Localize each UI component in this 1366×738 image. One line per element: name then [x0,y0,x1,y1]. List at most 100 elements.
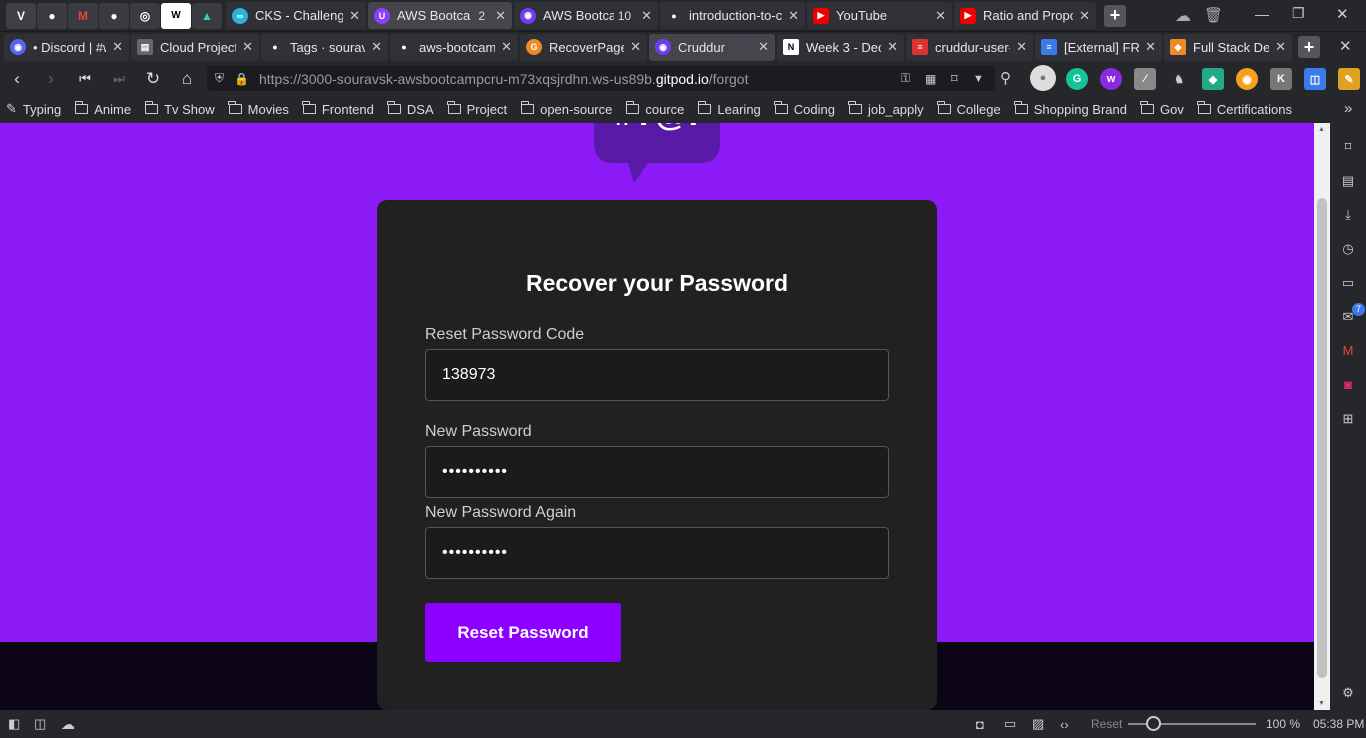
bookmark-typing[interactable]: ✎ Typing [6,101,61,117]
bookmarks-overflow-icon[interactable]: » [1344,100,1352,117]
close-icon[interactable]: ✕ [935,8,946,24]
close-icon[interactable]: ✕ [1145,39,1156,55]
settings-icon[interactable]: ⚙ [1340,685,1356,701]
tiling-icon[interactable]: ▭ [1004,716,1016,732]
profile-avatar[interactable]: ● [1030,65,1056,91]
gmail-panel-icon[interactable]: M [1340,343,1356,359]
bookmark-folder-cource[interactable]: cource [625,101,684,117]
tab-aws-bootcamp-2[interactable]: ◉ AWS Bootca 10 ✕ [514,2,658,29]
puzzle-extension-icon[interactable]: ✎ [1338,68,1360,90]
qr-code-icon[interactable]: ▦ [925,72,936,86]
home-icon[interactable]: ⌂ [170,69,204,89]
tab-introduction[interactable]: ● introduction-to-c ✕ [660,2,805,29]
tab-cruddur-user[interactable]: ≡ cruddur-user- ✕ [906,33,1033,61]
tab-recoverpage[interactable]: G RecoverPage.j ✕ [520,33,647,61]
rewind-icon[interactable]: ⏮ [68,71,102,87]
close-icon[interactable]: ✕ [371,39,382,55]
tab-cloud-project[interactable]: ▤ Cloud Project ✕ [131,33,259,61]
restore-icon[interactable]: ❐ [1292,5,1305,22]
bookmark-folder-college[interactable]: College [937,101,1001,117]
tab-cruddur[interactable]: ◉ Cruddur ✕ [649,33,775,61]
tile-icon[interactable]: ◫ [34,716,46,732]
bookmark-folder-dsa[interactable]: DSA [387,101,434,117]
close-icon[interactable]: ✕ [887,39,898,55]
bookmark-folder-movies[interactable]: Movies [228,101,289,117]
images-icon[interactable]: ▨ [1032,716,1044,732]
close-icon[interactable]: ✕ [758,39,769,55]
close-icon[interactable]: ✕ [495,8,506,24]
close-icon[interactable]: ✕ [1016,39,1027,55]
reload-icon[interactable]: ↻ [136,69,170,89]
tab-stack-close-icon[interactable]: ✕ [1339,37,1352,55]
downloads-icon[interactable]: ⤓ [1340,207,1356,223]
zoom-reset-button[interactable]: Reset [1091,717,1122,731]
minimize-icon[interactable]: — [1255,6,1269,22]
zoom-slider-handle[interactable] [1146,716,1161,731]
bookmark-folder-open-source[interactable]: open-source [520,101,612,117]
wordle-icon[interactable]: W [161,2,191,29]
page-scrollbar[interactable]: ▲ ▼ [1314,123,1330,710]
bookmark-folder-certifications[interactable]: Certifications [1197,101,1292,117]
shield-icon[interactable]: ⛨ [215,71,224,86]
add-panel-icon[interactable]: ⊞ [1340,411,1356,427]
tab-external-free[interactable]: ≡ [External] FRE ✕ [1035,33,1162,61]
lock-icon[interactable]: 🔒 [234,72,249,86]
tab-youtube[interactable]: ▶ YouTube ✕ [807,2,952,29]
chrome-extension-icon[interactable]: ◉ [1236,68,1258,90]
bookmark-folder-anime[interactable]: Anime [74,101,131,117]
address-bar[interactable]: ⛨ 🔒 https://3000-souravsk-awsbootcampcru… [207,66,995,91]
vercel-icon[interactable]: ▲ [192,2,222,29]
close-icon[interactable]: ✕ [788,8,799,24]
globe-icon[interactable]: ◎ [130,2,160,29]
close-icon[interactable]: ✕ [1275,39,1286,55]
close-icon[interactable]: ✕ [641,8,652,24]
forward-icon[interactable]: › [34,69,68,89]
tab-ratio-proportion[interactable]: ▶ Ratio and Propor ✕ [954,2,1096,29]
new-password-input[interactable] [425,446,889,498]
scroll-down-icon[interactable]: ▼ [1318,700,1325,707]
docs-extension-icon[interactable]: ◫ [1304,68,1326,90]
search-icon[interactable]: ⚲ [1000,69,1011,87]
code-icon[interactable]: ‹› [1060,717,1069,732]
close-window-icon[interactable]: ✕ [1336,5,1349,23]
vivaldi-icon[interactable]: V [6,2,36,29]
panel-toggle-icon[interactable]: ◧ [8,716,20,732]
tab-tags[interactable]: ● Tags · souravs ✕ [261,33,388,61]
close-icon[interactable]: ✕ [501,39,512,55]
tab-discord[interactable]: ◉ • Discord | #w ✕ [4,33,129,61]
tab-full-stack-dev[interactable]: ◆ Full Stack Dev ✕ [1164,33,1292,61]
new-tab-button[interactable]: + [1104,4,1126,27]
reset-password-button[interactable]: Reset Password [425,603,621,662]
close-icon[interactable]: ✕ [630,39,641,55]
notes-icon[interactable]: ▭ [1340,275,1356,291]
bookmark-icon[interactable]: ⌑ [951,71,958,87]
github-icon[interactable]: ● [37,2,67,29]
cloud-icon[interactable]: ☁ [1175,6,1191,26]
w-extension-icon[interactable]: w [1100,68,1122,90]
tab-week3[interactable]: N Week 3 - Dec ✕ [777,33,904,61]
back-icon[interactable]: ‹ [0,69,34,89]
new-password-again-input[interactable] [425,527,889,579]
bookmark-folder-shopping-brand[interactable]: Shopping Brand [1014,101,1127,117]
sync-cloud-icon[interactable]: ☁ [61,716,75,733]
key-icon[interactable]: ⚿ [901,71,910,86]
instagram-icon[interactable]: ◙ [1340,377,1356,393]
bird-extension-icon[interactable]: ♞ [1168,68,1190,90]
close-icon[interactable]: ✕ [1079,8,1090,24]
reading-list-icon[interactable]: ▤ [1340,173,1356,189]
bookmark-folder-coding[interactable]: Coding [774,101,835,117]
tab-aws-bootcamp-1[interactable]: U AWS Bootca 2 ✕ [368,2,512,29]
trash-icon[interactable]: 🗑 [1204,6,1223,24]
bookmark-panel-icon[interactable]: ⌑ [1340,139,1356,155]
close-icon[interactable]: ✕ [112,39,123,55]
fast-forward-icon[interactable]: ⏭ [102,71,136,87]
scrollbar-thumb[interactable] [1317,198,1327,678]
tab-aws-bootcamp-repo[interactable]: ● aws-bootcam ✕ [390,33,518,61]
new-tab-button[interactable]: + [1298,36,1320,58]
gmail-icon[interactable]: M [68,2,98,29]
tab-cks-challenges[interactable]: ∞ CKS - Challenges ✕ [226,2,366,29]
close-icon[interactable]: ✕ [242,39,253,55]
extension-icon[interactable]: ⁄ [1134,68,1156,90]
close-icon[interactable]: ✕ [349,8,360,24]
grammarly-icon[interactable]: G [1066,68,1088,90]
